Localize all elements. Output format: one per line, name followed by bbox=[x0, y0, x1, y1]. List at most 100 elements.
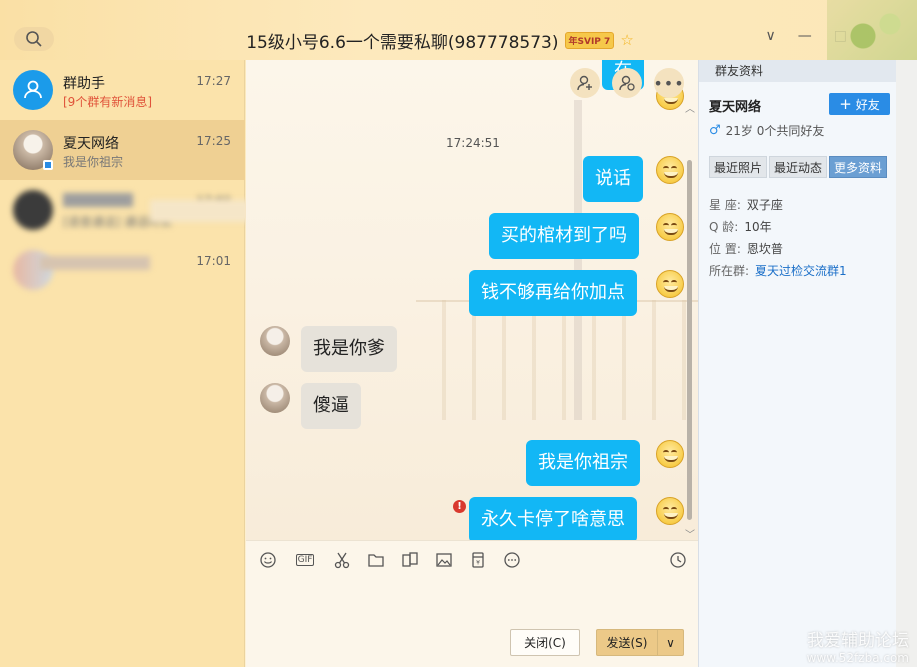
gif-icon: GIF bbox=[295, 553, 315, 566]
sender-avatar-smiley bbox=[656, 270, 684, 298]
plus-icon: + bbox=[839, 95, 852, 113]
group-link[interactable]: 夏天过检交流群1 bbox=[755, 260, 847, 282]
image-button[interactable] bbox=[434, 550, 454, 570]
message-bubble-incoming[interactable]: 我是你爹 bbox=[301, 326, 397, 372]
more-icon bbox=[504, 551, 520, 568]
scroll-down-arrow[interactable]: ﹀ bbox=[685, 526, 695, 540]
more-tools-button[interactable] bbox=[502, 550, 522, 570]
profile-age-friends: 21岁 0个共同好友 bbox=[725, 124, 825, 138]
background-fence-decoration bbox=[416, 300, 698, 420]
screenshot-button[interactable] bbox=[332, 550, 352, 570]
field-value: 10年 bbox=[744, 220, 772, 234]
conversation-name: 夏天网络 bbox=[63, 136, 119, 152]
tab-more-info[interactable]: 更多资料 bbox=[829, 156, 888, 178]
message-text: 说话 bbox=[595, 168, 631, 189]
field-label: 星 座: bbox=[709, 198, 741, 212]
profile-button[interactable] bbox=[612, 68, 642, 98]
input-toolbar: GIF ¥ bbox=[246, 540, 698, 578]
send-failed-icon[interactable]: ! bbox=[453, 500, 466, 513]
dropdown-icon[interactable]: ∨ bbox=[766, 28, 776, 44]
conversation-list: 群助手 [9个群有新消息] 17:27 夏天网络 我是你祖宗 17:25 [语音… bbox=[0, 60, 250, 667]
send-button-label: 发送(S) bbox=[606, 636, 648, 650]
search-button[interactable] bbox=[14, 27, 54, 51]
conversation-item[interactable]: [语音通话] 通话时长 17:02 bbox=[0, 180, 250, 240]
field-value: 双子座 bbox=[746, 198, 783, 212]
member-profile-panel: 群友资料 夏天网络 + 好友 ♂ 21岁 0个共同好友 最近照片 最近动态 更多… bbox=[698, 60, 896, 667]
blurred-region bbox=[150, 200, 250, 222]
profile-field-row: 所在群: 夏天过检交流群1 bbox=[709, 260, 847, 282]
add-friend-button[interactable]: + 好友 bbox=[829, 93, 890, 115]
message-input[interactable]: 关闭(C) 发送(S) ∨ bbox=[246, 578, 698, 667]
emoji-button[interactable] bbox=[258, 550, 278, 570]
conversation-name: 群助手 bbox=[63, 76, 105, 92]
minimize-icon[interactable]: — bbox=[798, 28, 812, 44]
tab-recent-activity[interactable]: 最近动态 bbox=[769, 156, 828, 178]
field-label: 位 置: bbox=[709, 242, 741, 256]
avatar bbox=[13, 190, 53, 230]
more-options-button[interactable]: ••• bbox=[653, 68, 685, 98]
file-transfer-button[interactable] bbox=[400, 550, 420, 570]
field-value: 恩坎普 bbox=[746, 242, 783, 256]
group-assistant-avatar bbox=[13, 70, 53, 110]
chat-message-area[interactable]: ••• 在 17:24:51 说话 买的棺材到了吗 钱不够再给你加点 我是你爹 … bbox=[246, 60, 698, 540]
svg-text:¥: ¥ bbox=[476, 559, 480, 566]
chat-title: 15级小号6.6一个需要私聊(987778573) 年SVIP 7 ☆ bbox=[230, 28, 650, 53]
conversation-item-selected[interactable]: 夏天网络 我是你祖宗 17:25 bbox=[0, 120, 245, 180]
conversation-time: 17:27 bbox=[196, 74, 231, 88]
watermark-title: 我爱辅助论坛 bbox=[807, 631, 909, 651]
files-icon bbox=[402, 551, 418, 567]
scissors-icon bbox=[334, 552, 350, 568]
sender-avatar-smiley bbox=[656, 440, 684, 468]
blurred-name bbox=[63, 193, 133, 207]
profile-field-row: 星 座: 双子座 bbox=[709, 194, 847, 216]
profile-fields: 星 座: 双子座 Q 龄: 10年 位 置: 恩坎普 所在群: 夏天过检交流群1 bbox=[709, 194, 847, 282]
clock-icon bbox=[670, 551, 686, 568]
gif-button[interactable]: GIF bbox=[292, 550, 318, 570]
conversation-time: 17:25 bbox=[196, 134, 231, 148]
conversation-item[interactable]: 群助手 [9个群有新消息] 17:27 bbox=[0, 60, 245, 120]
close-button[interactable]: 关闭(C) bbox=[510, 629, 580, 656]
send-button[interactable]: 发送(S) ∨ bbox=[596, 629, 684, 656]
ellipsis-icon: ••• bbox=[653, 73, 685, 93]
qq-chat-window: 15级小号6.6一个需要私聊(987778573) 年SVIP 7 ☆ ∨ — … bbox=[0, 0, 917, 667]
folder-icon bbox=[368, 553, 384, 567]
sender-avatar-smiley bbox=[656, 156, 684, 184]
conversation-preview: 我是你祖宗 bbox=[63, 155, 124, 169]
profile-name: 夏天网络 bbox=[709, 100, 762, 115]
message-bubble-incoming[interactable]: 傻逼 bbox=[301, 383, 361, 429]
message-bubble-outgoing[interactable]: 说话 bbox=[583, 156, 643, 202]
field-label: 所在群: bbox=[709, 264, 750, 278]
scroll-up-arrow[interactable]: ︿ bbox=[685, 100, 695, 115]
field-label: Q 龄: bbox=[709, 220, 739, 234]
add-member-button[interactable] bbox=[570, 68, 600, 98]
message-text: 我是你爹 bbox=[313, 338, 385, 359]
send-file-button[interactable] bbox=[366, 550, 386, 570]
contact-avatar[interactable] bbox=[260, 383, 290, 413]
conversation-item[interactable]: 17:01 bbox=[0, 240, 245, 300]
message-bubble-outgoing[interactable]: 钱不够再给你加点 bbox=[469, 270, 637, 316]
profile-panel-header: 群友资料 bbox=[699, 60, 896, 82]
message-history-button[interactable] bbox=[668, 550, 688, 570]
chat-top-actions: ••• bbox=[570, 68, 684, 98]
emoji-icon bbox=[260, 551, 276, 568]
star-icon[interactable]: ☆ bbox=[620, 31, 633, 49]
send-options-chevron-icon[interactable]: ∨ bbox=[657, 630, 683, 655]
tab-recent-photos[interactable]: 最近照片 bbox=[709, 156, 768, 178]
redpacket-icon: ¥ bbox=[472, 551, 484, 568]
message-bubble-outgoing[interactable]: 我是你祖宗 bbox=[526, 440, 640, 486]
title-bar: 15级小号6.6一个需要私聊(987778573) 年SVIP 7 ☆ ∨ — … bbox=[0, 0, 917, 60]
message-text: 钱不够再给你加点 bbox=[481, 282, 625, 303]
contact-avatar[interactable] bbox=[260, 326, 290, 356]
profile-tabs: 最近照片 最近动态 更多资料 bbox=[709, 156, 888, 178]
message-text: 永久卡停了啥意思 bbox=[481, 509, 625, 530]
corner-decoration bbox=[827, 0, 917, 60]
message-timestamp: 17:24:51 bbox=[446, 136, 500, 150]
message-bubble-outgoing[interactable]: 买的棺材到了吗 bbox=[489, 213, 639, 259]
scrollbar-thumb[interactable] bbox=[687, 160, 692, 520]
sender-avatar-smiley bbox=[656, 497, 684, 525]
message-bubble-outgoing[interactable]: 永久卡停了啥意思 bbox=[469, 497, 637, 540]
conversation-time: 17:01 bbox=[196, 254, 231, 268]
red-packet-button[interactable]: ¥ bbox=[468, 550, 488, 570]
window-edge bbox=[896, 60, 917, 667]
message-text: 傻逼 bbox=[313, 395, 349, 416]
